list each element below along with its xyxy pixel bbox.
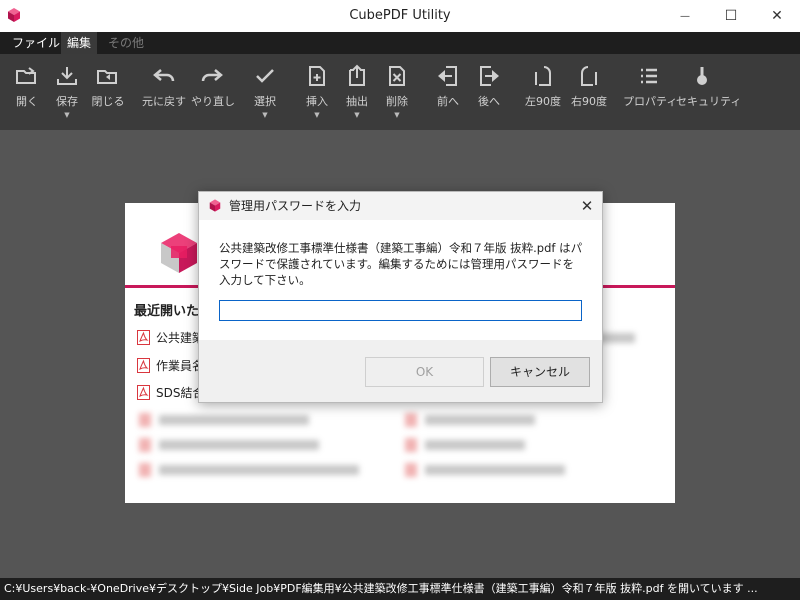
undo-icon — [153, 69, 175, 82]
password-input[interactable] — [219, 300, 582, 321]
cubepdf-logo-icon — [209, 199, 221, 212]
blurred-entry — [159, 465, 359, 475]
menu-other[interactable]: その他 — [102, 32, 150, 54]
menu-file[interactable]: ファイル — [6, 32, 66, 54]
menu-bar: ファイル 編集 その他 — [0, 32, 800, 54]
blurred-entry — [405, 413, 417, 427]
rotate-right-button[interactable]: 右90度 — [568, 62, 610, 124]
extract-button[interactable]: 抽出 ▼ — [342, 62, 372, 124]
redo-label: やり直し — [191, 95, 235, 108]
select-label: 選択 — [254, 95, 276, 108]
close-window-button[interactable]: ✕ — [754, 0, 800, 32]
open-button[interactable]: 開く — [12, 62, 42, 124]
delete-page-icon — [389, 66, 405, 86]
blurred-entry — [425, 415, 535, 425]
delete-label: 削除 — [386, 95, 408, 108]
open-folder-icon — [16, 67, 36, 84]
blurred-entry — [139, 413, 151, 427]
insert-button[interactable]: 挿入 ▼ — [302, 62, 332, 124]
checkmark-icon — [256, 69, 274, 83]
rotate-left-button[interactable]: 左90度 — [522, 62, 564, 124]
toolbar: 開く 保存 ▼ 閉じる 元に戻す やり直し 選択 ▼ 挿入 ▼ 抽出 ▼ 削除 … — [0, 54, 800, 130]
blurred-entry — [139, 438, 151, 452]
blurred-entry — [139, 463, 151, 477]
move-previous-icon — [438, 66, 457, 86]
close-folder-icon — [97, 70, 117, 84]
close-icon: ✕ — [771, 8, 783, 24]
delete-button[interactable]: 削除 ▼ — [382, 62, 412, 124]
blurred-entry — [159, 415, 309, 425]
status-bar: C:¥Users¥back-¥OneDrive¥デスクトップ¥Side Job¥… — [0, 578, 800, 600]
cubepdf-large-logo — [161, 233, 197, 273]
recent-files-heading: 最近開いた — [134, 304, 200, 319]
redo-button[interactable]: やり直し — [191, 62, 235, 124]
security-button[interactable]: セキュリティ — [676, 62, 742, 124]
rotate-left-icon — [535, 66, 551, 86]
select-button[interactable]: 選択 ▼ — [250, 62, 280, 124]
undo-button[interactable]: 元に戻す — [141, 62, 187, 124]
lock-key-icon — [697, 67, 707, 85]
save-dropdown-arrow: ▼ — [64, 111, 70, 119]
properties-list-icon — [641, 68, 657, 84]
insert-page-icon — [309, 66, 325, 86]
minimize-icon: — — [680, 10, 690, 22]
dialog-footer: OK キャンセル — [199, 340, 602, 402]
move-previous-label: 前へ — [437, 95, 459, 108]
maximize-button[interactable]: ☐ — [708, 0, 754, 32]
save-label: 保存 — [56, 95, 78, 108]
blurred-entry — [405, 463, 417, 477]
blurred-entry — [425, 440, 525, 450]
dialog-close-button[interactable]: ✕ — [572, 192, 602, 220]
save-download-icon — [57, 67, 77, 85]
extract-dropdown-arrow: ▼ — [354, 111, 360, 119]
dialog-title-bar: 管理用パスワードを入力 ✕ — [199, 192, 602, 220]
blurred-entry — [405, 438, 417, 452]
properties-label: プロパティ — [623, 95, 678, 108]
extract-label: 抽出 — [346, 95, 368, 108]
dialog-body: 公共建築改修工事標準仕様書（建築工事編）令和７年版 抜粋.pdf はパスワードで… — [199, 220, 602, 340]
move-next-label: 後へ — [478, 95, 500, 108]
undo-label: 元に戻す — [142, 95, 186, 108]
move-next-button[interactable]: 後へ — [474, 62, 504, 124]
delete-dropdown-arrow: ▼ — [394, 111, 400, 119]
menu-edit[interactable]: 編集 — [61, 32, 98, 54]
move-next-icon — [480, 66, 499, 86]
blurred-entry — [159, 440, 319, 450]
dialog-title: 管理用パスワードを入力 — [229, 199, 362, 213]
save-button[interactable]: 保存 ▼ — [52, 62, 82, 124]
password-dialog: 管理用パスワードを入力 ✕ 公共建築改修工事標準仕様書（建築工事編）令和７年版 … — [198, 191, 603, 403]
dialog-message: 公共建築改修工事標準仕様書（建築工事編）令和７年版 抜粋.pdf はパスワードで… — [219, 241, 583, 287]
rotate-right-icon — [581, 66, 597, 86]
properties-button[interactable]: プロパティ — [623, 62, 678, 124]
minimize-button[interactable]: — — [662, 0, 708, 32]
cancel-button[interactable]: キャンセル — [490, 357, 590, 387]
ok-button[interactable]: OK — [365, 357, 484, 387]
rotate-right-label: 右90度 — [571, 95, 607, 108]
title-bar: CubePDF Utility — ☐ ✕ — [0, 0, 800, 32]
move-previous-button[interactable]: 前へ — [433, 62, 463, 124]
close-icon: ✕ — [580, 197, 594, 215]
close-file-button[interactable]: 閉じる — [90, 62, 126, 124]
close-file-label: 閉じる — [91, 95, 125, 108]
redo-icon — [201, 69, 223, 82]
rotate-left-label: 左90度 — [525, 95, 561, 108]
blurred-entry — [425, 465, 565, 475]
select-dropdown-arrow: ▼ — [262, 111, 268, 119]
security-label: セキュリティ — [676, 95, 742, 108]
extract-icon — [349, 64, 365, 86]
insert-label: 挿入 — [306, 95, 328, 108]
insert-dropdown-arrow: ▼ — [314, 111, 320, 119]
maximize-icon: ☐ — [724, 8, 738, 24]
open-label: 開く — [16, 95, 38, 108]
